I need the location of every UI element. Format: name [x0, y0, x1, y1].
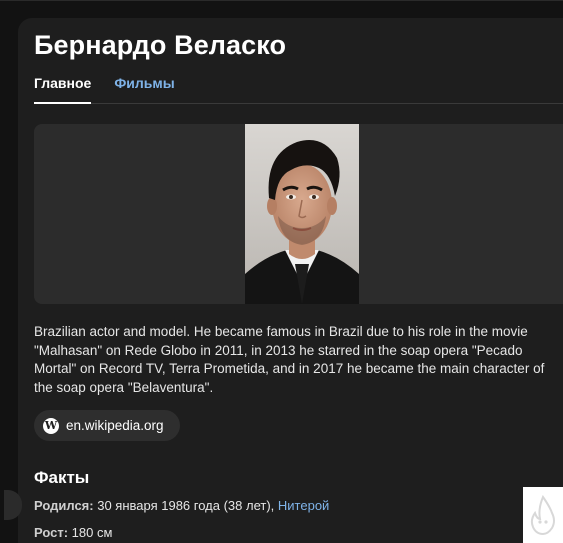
fact-height-value: 180 см [71, 525, 113, 540]
person-name-title: Бернардо Веласко [34, 30, 287, 60]
assistant-widget[interactable] [523, 487, 563, 543]
tab-bar: Главное Фильмы [34, 74, 563, 104]
wikipedia-icon: W [43, 417, 59, 434]
photo-container [34, 124, 563, 304]
source-link-label: en.wikipedia.org [66, 418, 164, 433]
page: Бернардо Веласко Главное Фильмы Brazilia… [0, 0, 563, 543]
fact-born: Родился: 30 января 1986 года (38 лет), Н… [34, 498, 329, 513]
person-photo[interactable] [245, 124, 359, 304]
person-description: Brazilian actor and model. He became fam… [34, 324, 545, 395]
source-link-chip[interactable]: W en.wikipedia.org [34, 410, 180, 441]
tab-films[interactable]: Фильмы [114, 74, 174, 104]
facts-heading: Факты [34, 468, 90, 487]
fact-height: Рост: 180 см [34, 525, 112, 540]
fact-height-label: Рост: [34, 525, 69, 540]
side-scroll-handle[interactable] [4, 490, 22, 520]
fact-born-value: 30 января 1986 года (38 лет), [97, 498, 275, 513]
flame-icon [530, 495, 555, 535]
fact-born-label: Родился: [34, 498, 94, 513]
tab-main[interactable]: Главное [34, 74, 92, 104]
entity-card: Бернардо Веласко Главное Фильмы Brazilia… [4, 18, 563, 543]
birthplace-link[interactable]: Нитерой [278, 498, 329, 513]
top-divider [0, 0, 563, 6]
